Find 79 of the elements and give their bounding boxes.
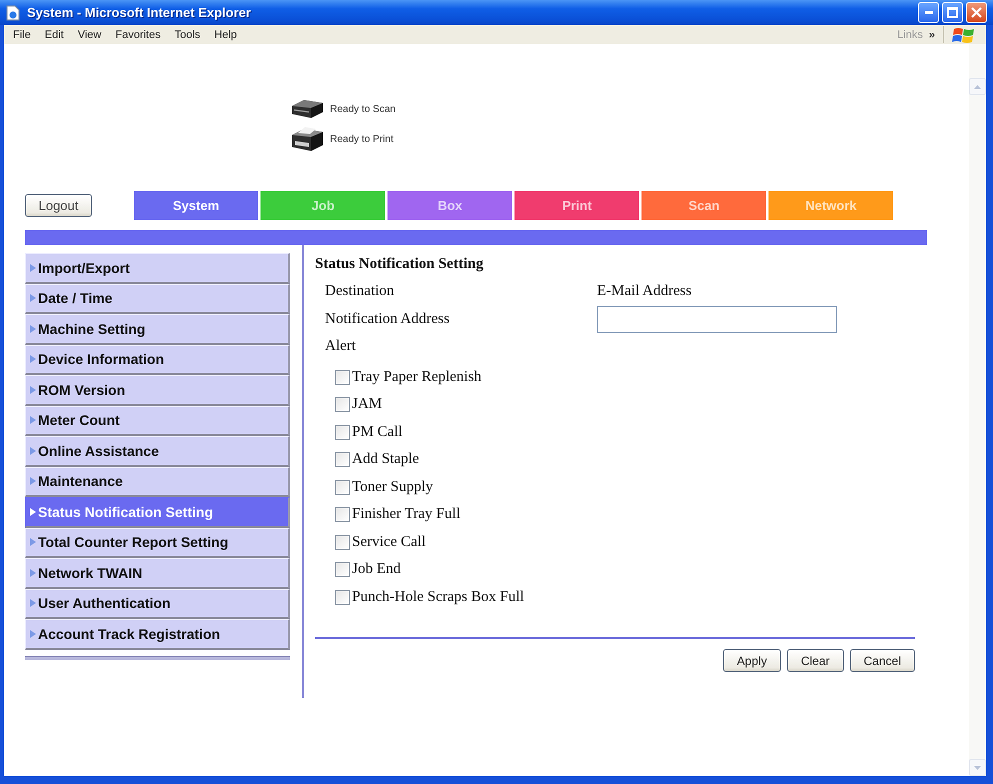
nav-tab[interactable]: System — [133, 191, 258, 220]
scroll-up-button[interactable] — [969, 78, 986, 95]
menu-item[interactable]: File — [6, 28, 38, 40]
triangle-icon — [30, 568, 36, 577]
sidebar-item[interactable]: Machine Setting — [25, 314, 290, 344]
sidebar-item[interactable]: Account Track Registration — [25, 619, 290, 650]
checkbox[interactable] — [335, 534, 350, 550]
triangle-icon — [30, 477, 36, 486]
maximize-button[interactable] — [942, 2, 963, 23]
form-button[interactable]: Apply — [722, 649, 781, 672]
sidebar-item[interactable]: Maintenance — [25, 466, 290, 497]
checkbox[interactable] — [335, 370, 350, 385]
checkbox-label[interactable]: Job End — [352, 561, 401, 578]
printer-icon — [290, 126, 324, 152]
scroll-down-button[interactable] — [969, 759, 986, 776]
checkbox[interactable] — [335, 507, 350, 522]
menu-item[interactable]: View — [70, 28, 108, 40]
triangle-icon — [30, 446, 36, 455]
windows-flag-icon — [952, 26, 976, 44]
checkbox-label[interactable]: Service Call — [352, 534, 426, 551]
checkbox-label[interactable]: Finisher Tray Full — [352, 506, 460, 524]
form-title: Status Notification Setting — [315, 255, 484, 273]
form-button[interactable]: Clear — [786, 649, 844, 672]
triangle-icon — [30, 355, 36, 364]
triangle-icon — [30, 630, 36, 638]
checkbox-label[interactable]: Add Staple — [352, 451, 420, 468]
sidebar-item[interactable]: User Authentication — [25, 588, 290, 619]
minimize-icon — [924, 11, 932, 14]
field-label: Destination — [325, 283, 396, 300]
triangle-icon — [30, 599, 36, 608]
sidebar-item[interactable]: Meter Count — [25, 406, 290, 436]
sidebar-item[interactable]: Total Counter Report Setting — [25, 528, 290, 558]
triangle-icon — [30, 416, 36, 424]
triangle-icon — [30, 294, 36, 302]
form-button[interactable]: Cancel — [850, 649, 915, 672]
sidebar-item[interactable]: Status Notification Setting — [25, 497, 290, 528]
field-label: Notification Address — [325, 310, 451, 328]
down-arrow-icon — [974, 766, 981, 770]
checkbox-label[interactable]: Toner Supply — [352, 478, 434, 496]
sidebar-item[interactable]: Device Information — [25, 344, 290, 375]
section-label: Alert — [325, 338, 357, 356]
checkbox[interactable] — [335, 397, 350, 412]
minimize-button[interactable] — [918, 2, 939, 23]
triangle-icon — [30, 538, 36, 546]
input-field[interactable] — [597, 306, 837, 333]
triangle-icon — [30, 508, 36, 516]
logout-button[interactable]: Logout — [25, 194, 92, 217]
checkbox[interactable] — [335, 590, 350, 605]
checkbox[interactable] — [335, 562, 350, 578]
sidebar-item[interactable]: Date / Time — [25, 284, 290, 314]
triangle-icon — [30, 386, 36, 394]
sidebar-item[interactable]: Network TWAIN — [25, 558, 290, 588]
links-chevron[interactable]: » — [928, 28, 935, 40]
checkbox[interactable] — [335, 480, 350, 495]
status-text: Ready to Scan — [330, 104, 396, 114]
triangle-icon — [30, 264, 36, 272]
sidebar-item[interactable]: Online Assistance — [25, 436, 290, 466]
page-icon — [5, 4, 21, 20]
checkbox[interactable] — [335, 424, 350, 440]
sidebar-item[interactable]: ROM Version — [25, 375, 290, 406]
checkbox-label[interactable]: PM Call — [352, 424, 402, 441]
checkbox-label[interactable]: Punch-Hole Scraps Box Full — [352, 588, 524, 606]
sidebar-item[interactable]: Import/Export — [25, 253, 290, 284]
status-text: Ready to Print — [330, 134, 394, 144]
close-icon — [971, 7, 982, 18]
scanner-icon — [290, 99, 324, 119]
menu-item[interactable]: Help — [207, 28, 244, 40]
checkbox-label[interactable]: Tray Paper Replenish — [352, 368, 482, 386]
maximize-icon — [947, 7, 958, 18]
close-button[interactable] — [966, 2, 987, 23]
menu-item[interactable]: Tools — [168, 28, 208, 40]
field-value: E-Mail Address — [597, 283, 692, 300]
checkbox[interactable] — [335, 452, 350, 468]
menu-item[interactable]: Favorites — [108, 28, 168, 40]
window-title: System - Microsoft Internet Explorer — [27, 5, 252, 20]
triangle-icon — [30, 324, 36, 333]
checkbox-label[interactable]: JAM — [352, 396, 382, 414]
up-arrow-icon — [974, 84, 981, 88]
menu-item[interactable]: Edit — [38, 28, 71, 40]
